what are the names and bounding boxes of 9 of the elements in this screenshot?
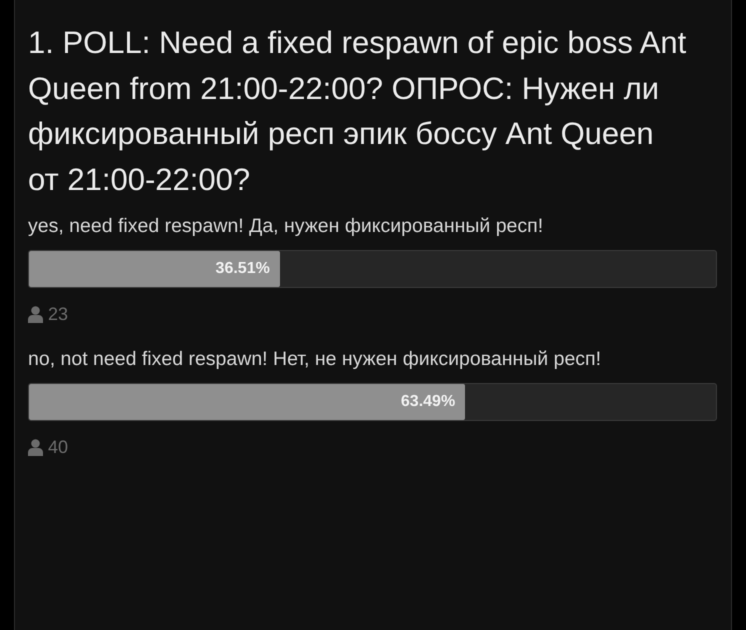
- option-label: yes, need fixed respawn! Да, нужен фиксированный респ!: [28, 214, 544, 239]
- user-icon: [28, 439, 43, 456]
- percent-label: 63.49%: [400, 393, 456, 411]
- vote-count: 40: [48, 437, 68, 458]
- user-icon: [28, 306, 43, 323]
- poll-question: 1. POLL: Need a fixed respawn of epic boss Ant Queen from 21:00-22:00? ОПРОС: Нужен ли фиксированный респ эпик боссу Ant Queen от 21:00-22:00?: [28, 24, 688, 198]
- option-label: no, not need fixed respawn! Нет, не нужен фиксированный респ!: [28, 347, 602, 372]
- percent-label: 36.51%: [216, 260, 270, 278]
- vote-count: 23: [48, 304, 68, 325]
